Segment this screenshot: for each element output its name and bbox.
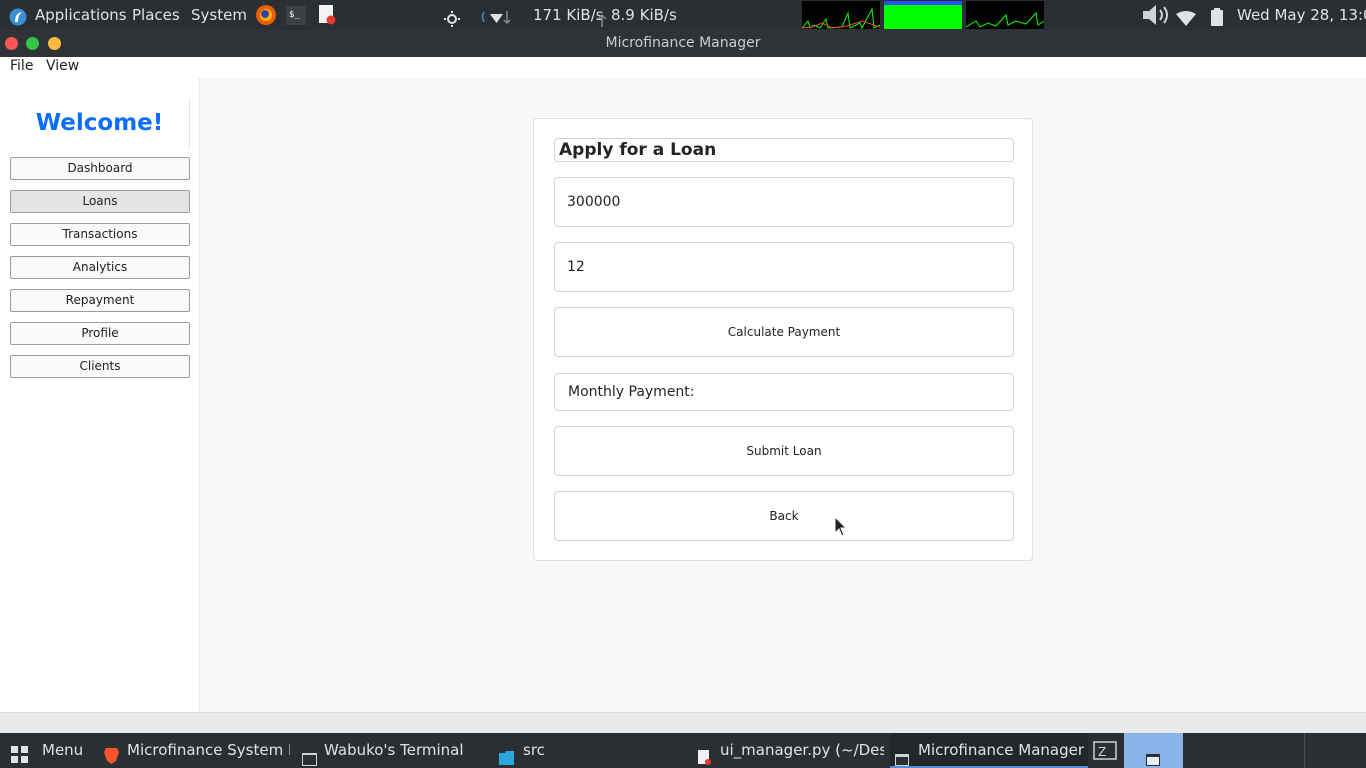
sidebar-item-loans[interactable]: Loans (10, 190, 190, 213)
terminal-launcher-icon[interactable]: $_ (286, 5, 306, 25)
sidebar-item-repayment[interactable]: Repayment (10, 289, 190, 312)
sidebar-item-analytics[interactable]: Analytics (10, 256, 190, 279)
clock[interactable]: Wed May 28, 13:03 (1237, 0, 1366, 30)
cpu-graph (802, 1, 880, 29)
sidebar-item-dashboard[interactable]: Dashboard (10, 157, 190, 180)
net-upload-speed: 8.9 KiB/s (611, 6, 677, 24)
folder-icon (499, 743, 514, 765)
distro-logo-icon[interactable] (9, 6, 27, 26)
window-title: Microfinance Manager (605, 35, 761, 51)
volume-icon[interactable] (1141, 3, 1171, 27)
loan-application-card: Apply for a Loan Calculate Payment Month… (533, 118, 1033, 561)
network-graph (966, 1, 1044, 29)
task-terminal-label: Wabuko's Terminal (324, 741, 464, 759)
back-button[interactable]: Back (554, 491, 1014, 541)
app-window: File View Welcome! Dashboard Loans Trans… (0, 57, 1366, 733)
workspace-switcher-icon[interactable]: Z (1092, 733, 1118, 768)
form-title: Apply for a Loan (554, 138, 1014, 162)
start-menu-button[interactable]: Menu (0, 733, 90, 768)
task-terminal[interactable]: Wabuko's Terminal (296, 733, 488, 768)
upload-arrow-icon (597, 8, 607, 27)
submit-loan-button[interactable]: Submit Loan (554, 426, 1014, 476)
app-window-icon (895, 744, 909, 766)
task-microfinance-manager[interactable]: Microfinance Manager (890, 733, 1088, 768)
sidebar-item-transactions[interactable]: Transactions (10, 223, 190, 246)
loan-amount-input[interactable] (554, 177, 1014, 227)
task-file-manager[interactable]: src (494, 733, 686, 768)
memory-graph (884, 1, 962, 29)
text-editor-icon (698, 743, 711, 765)
file-menu[interactable]: File (10, 57, 33, 75)
firefox-launcher-icon[interactable] (255, 4, 277, 26)
desktop-window-icon (1146, 744, 1160, 766)
task-microfinance-manager-label: Microfinance Manager (918, 741, 1085, 759)
svg-text:Z: Z (1098, 745, 1106, 759)
places-menu[interactable]: Places (132, 0, 180, 30)
loan-term-input[interactable] (554, 242, 1014, 292)
terminal-icon (302, 744, 317, 766)
sidebar-item-clients[interactable]: Clients (10, 355, 190, 378)
svg-text:$_: $_ (289, 10, 300, 20)
show-desktop-button[interactable] (1124, 733, 1183, 768)
welcome-heading: Welcome! (10, 98, 190, 148)
window-titlebar[interactable]: Microfinance Manager (0, 30, 1366, 57)
task-file-manager-label: src (523, 741, 545, 759)
calculate-payment-button[interactable]: Calculate Payment (554, 307, 1014, 357)
taskbar-separator (1304, 733, 1305, 768)
menubar: File View (0, 57, 1366, 78)
taskbar: Menu Microfinance System D... Wabuko's T… (0, 733, 1366, 768)
text-editor-launcher-icon[interactable] (318, 5, 336, 25)
sidebar: Welcome! Dashboard Loans Transactions An… (0, 78, 200, 712)
monthly-payment-label: Monthly Payment: (554, 373, 1014, 411)
brave-icon (104, 742, 119, 764)
task-editor[interactable]: ui_manager.py (~/Desk... (692, 733, 884, 768)
task-browser[interactable]: Microfinance System D... (98, 733, 290, 768)
system-menu[interactable]: System (191, 0, 247, 30)
start-menu-label: Menu (42, 741, 84, 759)
sidebar-item-profile[interactable]: Profile (10, 322, 190, 345)
task-editor-label: ui_manager.py (~/Desk... (720, 741, 884, 759)
view-menu[interactable]: View (46, 57, 79, 75)
applications-menu[interactable]: Applications (35, 0, 127, 30)
net-download-speed: 171 KiB/s (533, 6, 604, 24)
grid-menu-icon (11, 742, 29, 763)
brightness-icon[interactable] (444, 7, 460, 27)
task-browser-label: Microfinance System D... (127, 741, 290, 759)
top-panel: Applications Places System $_ 171 KiB/s … (0, 0, 1366, 30)
mouse-cursor-icon (834, 515, 848, 538)
battery-icon[interactable] (1210, 6, 1224, 26)
wifi-icon[interactable] (1176, 7, 1196, 26)
network-wifi-icon[interactable] (480, 6, 514, 25)
status-bar (0, 712, 1366, 733)
